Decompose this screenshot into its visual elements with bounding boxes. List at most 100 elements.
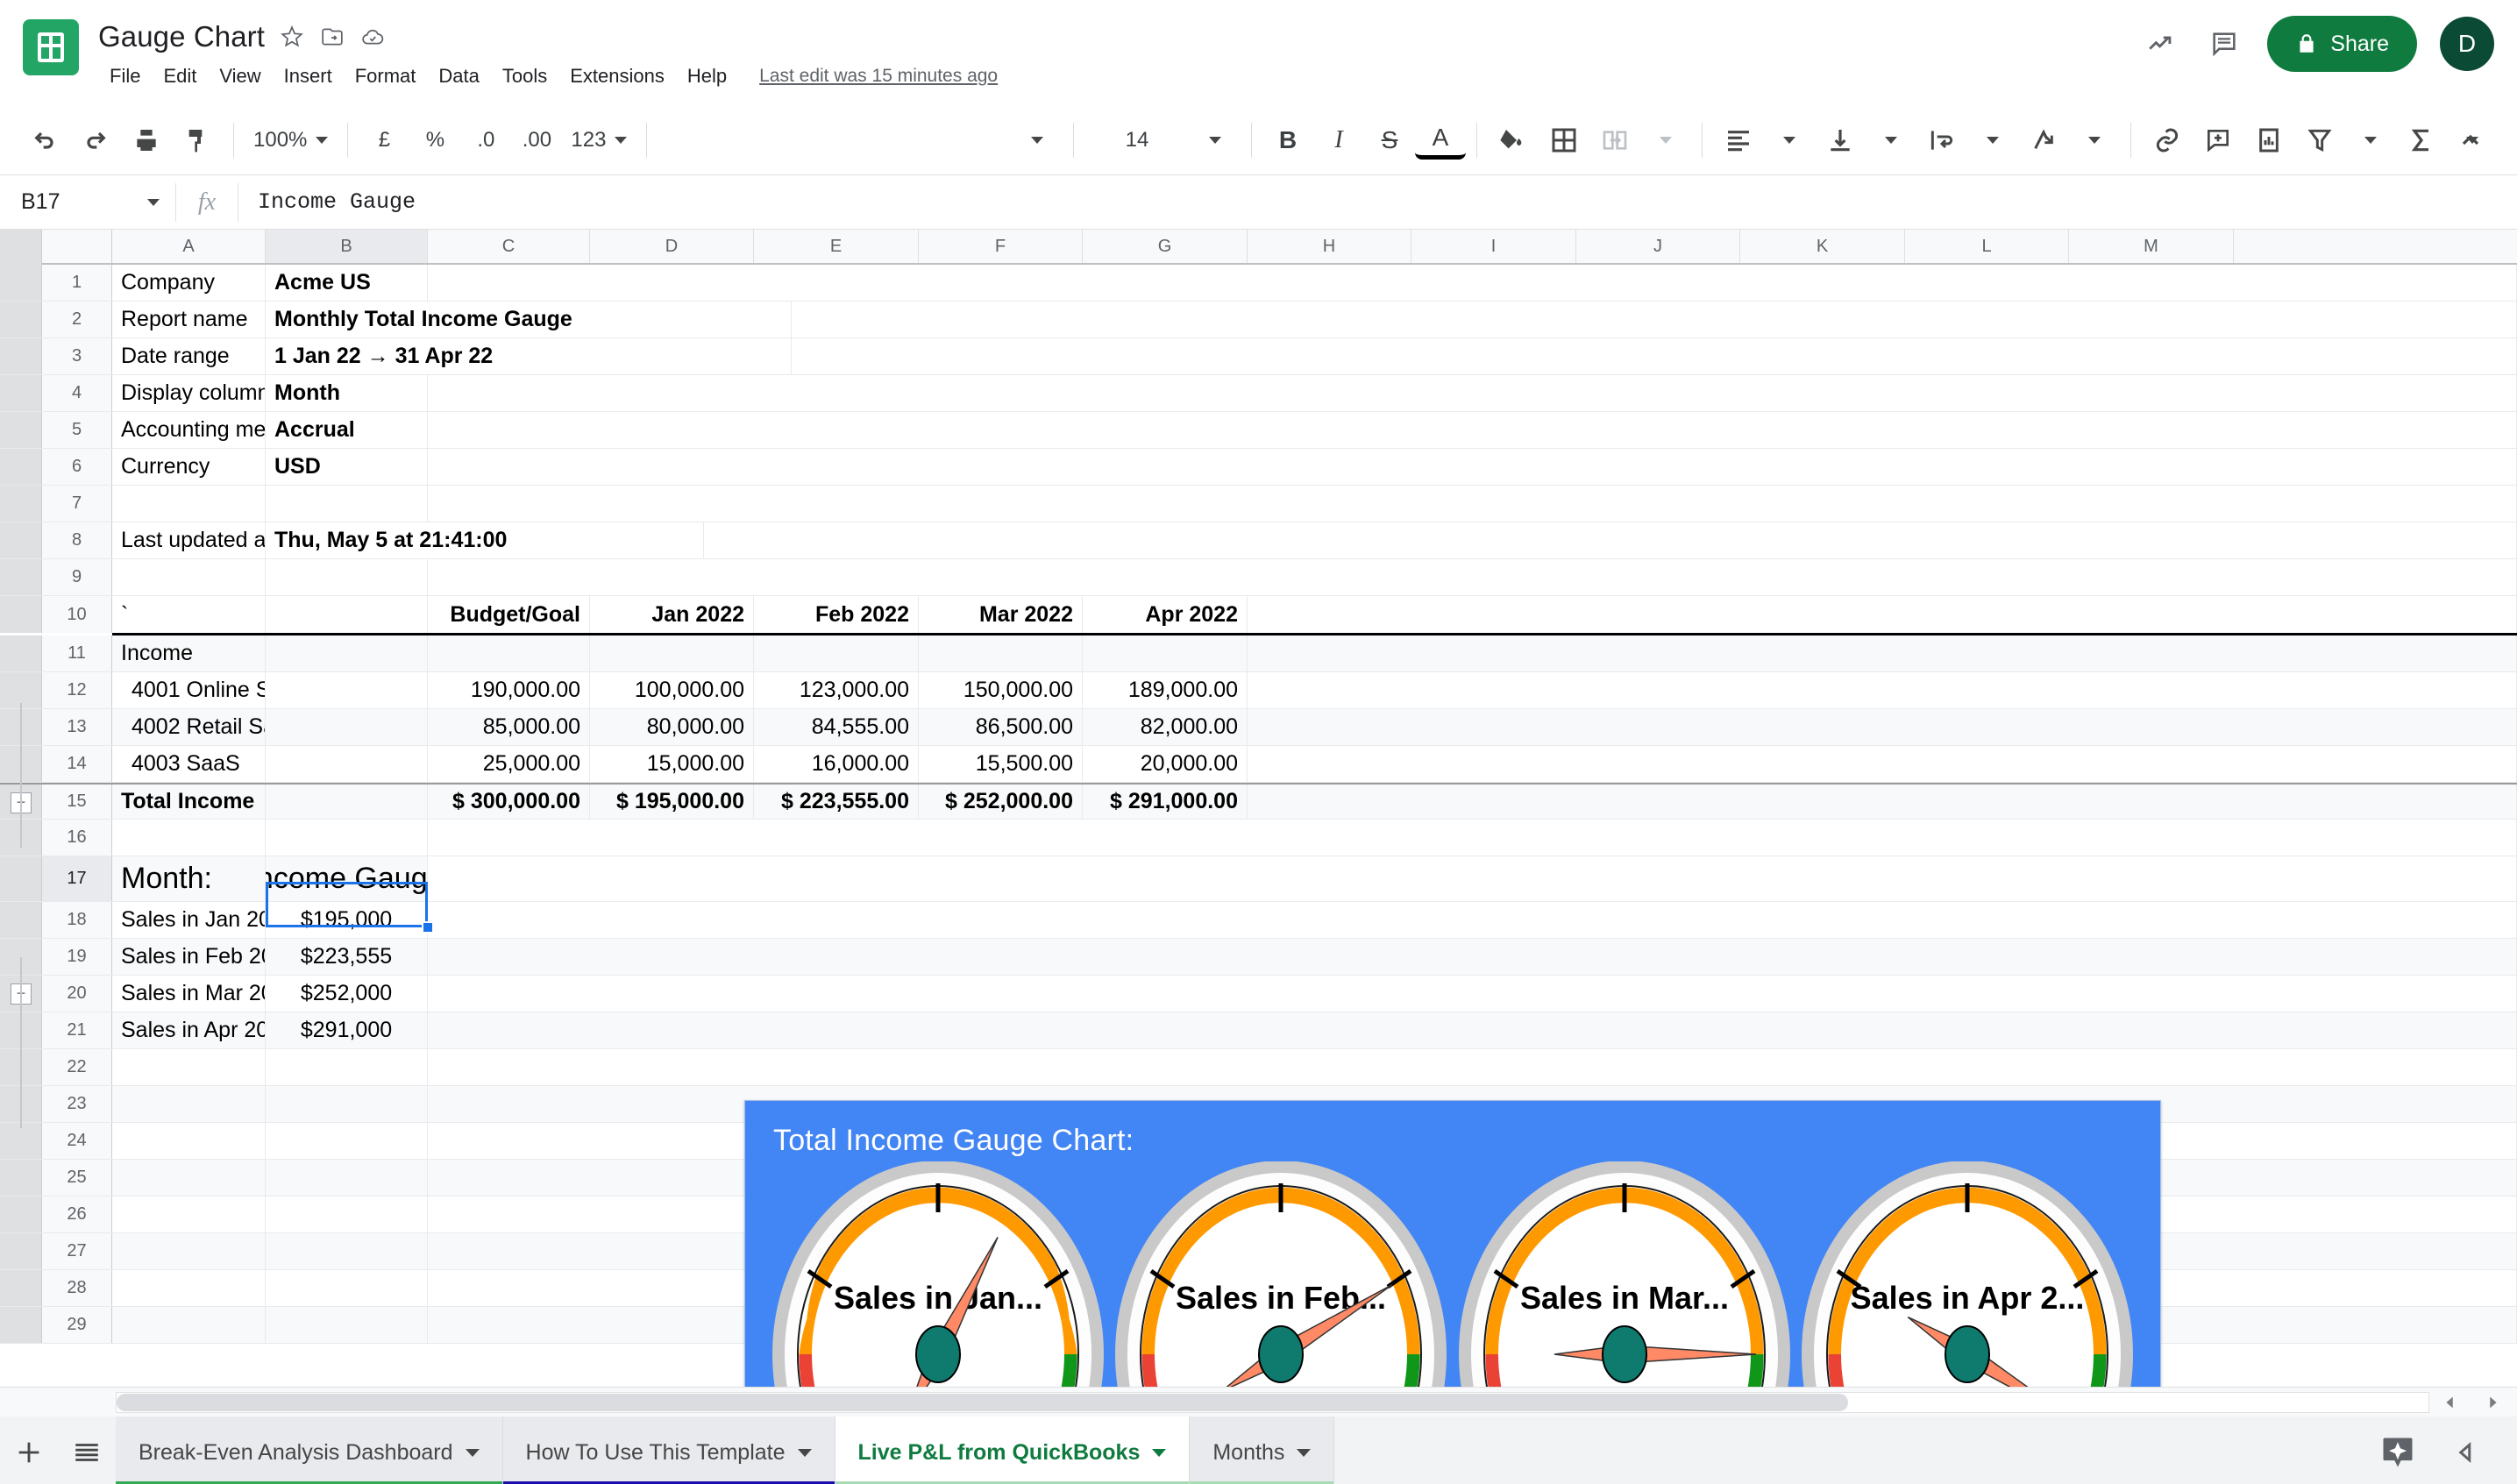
row-number[interactable]: 7 bbox=[42, 486, 112, 522]
menu-edit[interactable]: Edit bbox=[152, 61, 208, 91]
column-header-J[interactable]: J bbox=[1576, 230, 1740, 263]
cell-C12[interactable]: 190,000.00 bbox=[428, 672, 590, 708]
row-number[interactable]: 6 bbox=[42, 449, 112, 485]
header-mar-2022[interactable]: Mar 2022 bbox=[919, 596, 1083, 633]
row-number[interactable]: 29 bbox=[42, 1307, 112, 1343]
name-box[interactable]: B17 bbox=[0, 175, 175, 229]
cell-E13[interactable]: 84,555.00 bbox=[754, 709, 919, 745]
row-number[interactable]: 18 bbox=[42, 902, 112, 938]
increase-decimal-button[interactable]: .00 bbox=[511, 115, 562, 166]
column-header-K[interactable]: K bbox=[1740, 230, 1905, 263]
menu-format[interactable]: Format bbox=[344, 61, 428, 91]
gauge-item[interactable]: Sales in Feb... $0 $300,000 $223,555 bbox=[1114, 1161, 1447, 1387]
cell-D15[interactable]: $ 195,000.00 bbox=[590, 785, 754, 819]
percent-format-button[interactable]: % bbox=[409, 115, 460, 166]
row-number[interactable]: 19 bbox=[42, 939, 112, 975]
borders-icon[interactable] bbox=[1539, 115, 1589, 166]
row-number[interactable]: 1 bbox=[42, 265, 112, 301]
halign-dropdown-icon[interactable] bbox=[1764, 115, 1815, 166]
number-format-selector[interactable]: 123 bbox=[562, 115, 636, 166]
row-number[interactable]: 3 bbox=[42, 338, 112, 374]
row-number[interactable]: 24 bbox=[42, 1123, 112, 1159]
cell-B1[interactable]: Acme US bbox=[266, 265, 428, 301]
cell-B17-income-gauge[interactable]: Income Gauge bbox=[266, 856, 428, 901]
valign-dropdown-icon[interactable] bbox=[1866, 115, 1916, 166]
cell-E12[interactable]: 123,000.00 bbox=[754, 672, 919, 708]
cell-F12[interactable]: 150,000.00 bbox=[919, 672, 1083, 708]
column-header-A[interactable]: A bbox=[112, 230, 266, 263]
row-number[interactable]: 12 bbox=[42, 672, 112, 708]
chevron-down-icon[interactable] bbox=[797, 1448, 812, 1457]
column-header-C[interactable]: C bbox=[428, 230, 590, 263]
menu-file[interactable]: File bbox=[98, 61, 152, 91]
cell-B9[interactable] bbox=[266, 559, 428, 595]
row-number[interactable]: 2 bbox=[42, 302, 112, 337]
filter-dropdown-icon[interactable] bbox=[2345, 115, 2396, 166]
sheet-tab-how-to-use[interactable]: How To Use This Template bbox=[502, 1417, 835, 1484]
user-avatar[interactable]: D bbox=[2440, 17, 2494, 71]
star-icon[interactable] bbox=[279, 24, 305, 50]
cloud-saved-icon[interactable] bbox=[359, 24, 386, 50]
cell-B4[interactable]: Month bbox=[266, 375, 428, 411]
cell-E15[interactable]: $ 223,555.00 bbox=[754, 785, 919, 819]
undo-icon[interactable] bbox=[19, 115, 70, 166]
cell-A19[interactable]: Sales in Feb 2022 bbox=[112, 939, 266, 975]
sheet-tab-break-even[interactable]: Break-Even Analysis Dashboard bbox=[116, 1417, 503, 1484]
cell-B6[interactable]: USD bbox=[266, 449, 428, 485]
scroll-right-icon[interactable] bbox=[2471, 1389, 2513, 1416]
insert-comment-icon[interactable] bbox=[2193, 115, 2243, 166]
cell-B8[interactable]: Thu, May 5 at 21:41:00 bbox=[266, 522, 704, 558]
cell-B10[interactable] bbox=[266, 596, 428, 633]
move-to-folder-icon[interactable] bbox=[319, 24, 345, 50]
text-wrap-icon[interactable] bbox=[1916, 115, 1967, 166]
cell-A12[interactable]: 4001 Online Sales bbox=[112, 672, 266, 708]
row-number[interactable]: 15 bbox=[42, 785, 112, 819]
fill-color-icon[interactable] bbox=[1488, 115, 1539, 166]
cell-A21[interactable]: Sales in Apr 2022 bbox=[112, 1012, 266, 1048]
row-number[interactable]: 22 bbox=[42, 1049, 112, 1085]
fill-handle[interactable] bbox=[422, 921, 434, 934]
horizontal-align-icon[interactable] bbox=[1713, 115, 1764, 166]
scrollbar-thumb[interactable] bbox=[117, 1393, 1848, 1411]
row-number[interactable]: 10 bbox=[42, 596, 112, 633]
text-rotation-icon[interactable] bbox=[2018, 115, 2069, 166]
cell-B18[interactable]: $195,000 bbox=[266, 902, 428, 938]
cell-A8[interactable]: Last updated at bbox=[112, 522, 266, 558]
functions-icon[interactable] bbox=[2396, 115, 2447, 166]
cell-F13[interactable]: 86,500.00 bbox=[919, 709, 1083, 745]
cell-C13[interactable]: 85,000.00 bbox=[428, 709, 590, 745]
filter-icon[interactable] bbox=[2294, 115, 2345, 166]
scroll-left-icon[interactable] bbox=[2429, 1389, 2471, 1416]
row-number[interactable]: 13 bbox=[42, 709, 112, 745]
activity-trend-icon[interactable] bbox=[2141, 24, 2181, 64]
comment-history-icon[interactable] bbox=[2204, 24, 2244, 64]
wrap-dropdown-icon[interactable] bbox=[1967, 115, 2018, 166]
sheet-tab-live-pl[interactable]: Live P&L from QuickBooks bbox=[835, 1417, 1191, 1484]
chevron-down-icon[interactable] bbox=[1152, 1448, 1167, 1457]
row-number[interactable]: 9 bbox=[42, 559, 112, 595]
column-header-G[interactable]: G bbox=[1083, 230, 1248, 263]
cell-A4[interactable]: Display columns by bbox=[112, 375, 266, 411]
cell-A5[interactable]: Accounting method bbox=[112, 412, 266, 448]
font-size-value[interactable]: 14 bbox=[1084, 128, 1190, 153]
cell-A15-total[interactable]: Total Income bbox=[112, 785, 266, 819]
cell-A14[interactable]: 4003 SaaS bbox=[112, 746, 266, 782]
document-title[interactable]: Gauge Chart bbox=[98, 20, 265, 53]
header-jan-2022[interactable]: Jan 2022 bbox=[590, 596, 754, 633]
cell-A7[interactable] bbox=[112, 486, 266, 522]
cell-D14[interactable]: 15,000.00 bbox=[590, 746, 754, 782]
cell-A17-month-label[interactable]: Month: bbox=[112, 856, 266, 901]
cell-A2[interactable]: Report name bbox=[112, 302, 266, 337]
cell-B21[interactable]: $291,000 bbox=[266, 1012, 428, 1048]
collapse-panel-icon[interactable] bbox=[2447, 1433, 2485, 1472]
menu-insert[interactable]: Insert bbox=[273, 61, 344, 91]
column-header-L[interactable]: L bbox=[1905, 230, 2069, 263]
gauge-item[interactable]: Sales in Jan... $0 $300,000 $195,000 bbox=[771, 1161, 1105, 1387]
horizontal-scrollbar[interactable] bbox=[0, 1387, 2517, 1417]
column-header-I[interactable]: I bbox=[1411, 230, 1576, 263]
menu-tools[interactable]: Tools bbox=[491, 61, 558, 91]
cell-F15[interactable]: $ 252,000.00 bbox=[919, 785, 1083, 819]
menu-extensions[interactable]: Extensions bbox=[558, 61, 676, 91]
cell-A9[interactable] bbox=[112, 559, 266, 595]
row-number[interactable]: 4 bbox=[42, 375, 112, 411]
